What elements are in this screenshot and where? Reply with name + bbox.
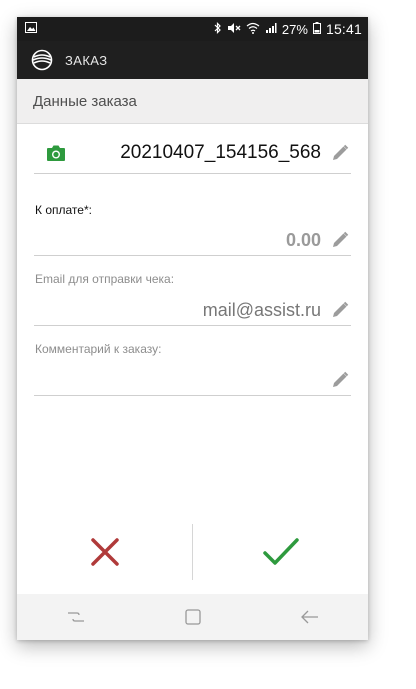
phone-screen: 27% 15:41 ЗАКАЗ Данные заказа 20210407_1…	[17, 17, 368, 640]
camera-icon[interactable]	[46, 144, 66, 162]
pencil-icon[interactable]	[331, 144, 349, 162]
back-arrow-icon	[300, 610, 318, 624]
wifi-icon	[246, 22, 260, 37]
recent-apps-icon	[67, 612, 84, 622]
bluetooth-icon	[214, 21, 222, 37]
pencil-icon[interactable]	[331, 301, 349, 319]
system-nav-bar	[17, 594, 368, 640]
comment-field[interactable]	[34, 365, 351, 396]
assist-logo-icon	[31, 49, 53, 71]
signal-icon	[265, 22, 277, 37]
home-button[interactable]	[173, 602, 213, 632]
battery-icon	[312, 21, 321, 37]
back-button[interactable]	[290, 602, 330, 632]
email-label: Email для отправки чека:	[35, 272, 175, 286]
battery-percent: 27%	[281, 21, 308, 37]
pencil-icon[interactable]	[331, 371, 349, 389]
image-icon	[25, 22, 37, 36]
order-number: 20210407_154156_568	[120, 142, 321, 163]
section-header: Данные заказа	[17, 79, 368, 124]
confirm-button[interactable]	[193, 517, 368, 587]
check-icon	[262, 538, 299, 565]
close-icon	[90, 538, 119, 566]
home-icon	[184, 609, 201, 625]
mute-icon	[227, 22, 241, 37]
section-title: Данные заказа	[33, 92, 137, 110]
clock: 15:41	[325, 21, 362, 37]
email-value: mail@assist.ru	[202, 299, 321, 320]
amount-field[interactable]: 0.00	[34, 225, 351, 256]
cancel-button[interactable]	[17, 517, 192, 587]
action-bar	[17, 517, 368, 587]
amount-value: 0.00	[285, 229, 321, 250]
pencil-icon[interactable]	[331, 231, 349, 249]
status-bar: 27% 15:41	[17, 17, 368, 41]
order-number-row: 20210407_154156_568	[34, 133, 351, 174]
app-bar: ЗАКАЗ	[17, 41, 368, 79]
amount-label: К оплате*:	[35, 203, 92, 217]
email-field[interactable]: mail@assist.ru	[34, 295, 351, 326]
comment-label: Комментарий к заказу:	[35, 342, 162, 356]
app-title: ЗАКАЗ	[65, 52, 108, 68]
recent-apps-button[interactable]	[56, 602, 96, 632]
